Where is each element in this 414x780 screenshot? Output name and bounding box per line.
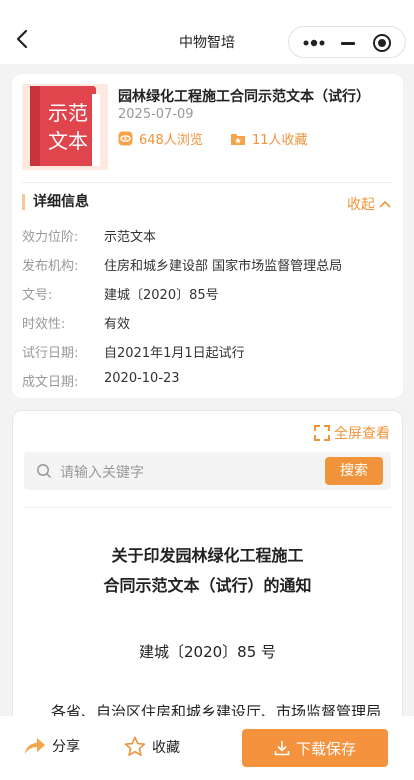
search-icon — [37, 464, 52, 479]
fullscreen-button[interactable]: 全屏查看 — [314, 423, 390, 443]
cover-text-line2: 文本 — [48, 129, 88, 153]
detail-key: 时效性: — [22, 317, 66, 332]
fullscreen-icon — [314, 425, 330, 441]
eye-badge-icon — [118, 131, 133, 145]
top-nav: 中物智培 — [0, 0, 414, 64]
mini-program-capsule — [288, 26, 406, 58]
detail-row-publisher: 发布机构: 住房和城乡建设部 国家市场监督管理总局 — [22, 255, 342, 275]
detail-value: 2020-10-23 — [104, 371, 180, 386]
detail-value: 有效 — [104, 317, 131, 332]
favorite-label: 收藏 — [152, 739, 180, 756]
share-button[interactable]: 分享 — [24, 736, 80, 756]
document-info-card: 示范 文本 园林绿化工程施工合同示范文本（试行） 2025-07-09 648人… — [12, 74, 403, 398]
document-reader[interactable]: 全屏查看 请输入关键字 搜索 关于印发园林绿化工程施工 合同示范文本（试行）的通… — [12, 410, 403, 740]
search-button[interactable]: 搜索 — [325, 457, 383, 485]
folder-star-icon — [231, 133, 245, 145]
share-arrow-icon — [25, 738, 45, 754]
detail-row-trial-date: 试行日期: 自2021年1月1日起试行 — [22, 342, 245, 362]
detail-key: 试行日期: — [22, 346, 79, 361]
chevron-up-icon — [379, 200, 391, 208]
notice-title-line2: 合同示范文本（试行）的通知 — [103, 576, 312, 595]
favorite-button[interactable]: 收藏 — [124, 736, 180, 757]
detail-key: 成文日期: — [22, 375, 79, 390]
detail-value: 自2021年1月1日起试行 — [104, 346, 245, 361]
detail-key: 发布机构: — [22, 259, 79, 274]
view-count: 648人浏览 — [118, 129, 203, 148]
collapse-button[interactable]: 收起 — [347, 194, 391, 214]
search-bar: 请输入关键字 搜索 — [24, 452, 391, 490]
detail-row-level: 效力位阶: 示范文本 — [22, 226, 156, 246]
star-icon — [124, 736, 146, 757]
notice-number: 建城〔2020〕85 号 — [138, 643, 277, 661]
download-label: 下载保存 — [295, 739, 356, 758]
notice-title-line1: 关于印发园林绿化工程施工 — [111, 546, 304, 565]
download-icon — [274, 741, 290, 756]
favorite-count-label: 11人收藏 — [252, 132, 308, 148]
detail-row-doc-number: 文号: 建城〔2020〕85号 — [22, 284, 219, 304]
minimize-icon[interactable] — [341, 42, 355, 45]
detail-value: 示范文本 — [104, 230, 157, 245]
more-icon[interactable] — [303, 37, 325, 49]
document-title: 园林绿化工程施工合同示范文本（试行） — [118, 89, 370, 105]
divider — [24, 507, 391, 508]
detail-row-validity: 时效性: 有效 — [22, 313, 130, 333]
detail-key: 效力位阶: — [22, 230, 79, 245]
share-label: 分享 — [52, 739, 80, 755]
favorite-count: 11人收藏 — [230, 129, 308, 148]
view-count-label: 648人浏览 — [139, 132, 203, 148]
download-save-button[interactable]: 下载保存 — [242, 729, 388, 767]
notice-title: 关于印发园林绿化工程施工 合同示范文本（试行）的通知 — [13, 541, 402, 601]
fullscreen-label: 全屏查看 — [334, 426, 390, 442]
search-input[interactable]: 请输入关键字 — [60, 462, 144, 482]
document-date: 2025-07-09 — [118, 107, 194, 122]
detail-value: 建城〔2020〕85号 — [104, 288, 219, 303]
cover-text-line1: 示范 — [48, 101, 88, 125]
detail-key: 文号: — [22, 288, 53, 303]
collapse-label: 收起 — [347, 197, 375, 213]
details-heading: 详细信息 — [22, 194, 89, 210]
detail-value: 住房和城乡建设部 国家市场监督管理总局 — [104, 259, 343, 274]
detail-row-written-date: 成文日期: 2020-10-23 — [22, 371, 180, 391]
close-capsule-icon[interactable] — [373, 34, 391, 52]
bottom-action-bar: 分享 收藏 下载保存 — [0, 716, 414, 780]
document-cover-image: 示范 文本 — [22, 84, 108, 170]
divider — [22, 182, 393, 183]
